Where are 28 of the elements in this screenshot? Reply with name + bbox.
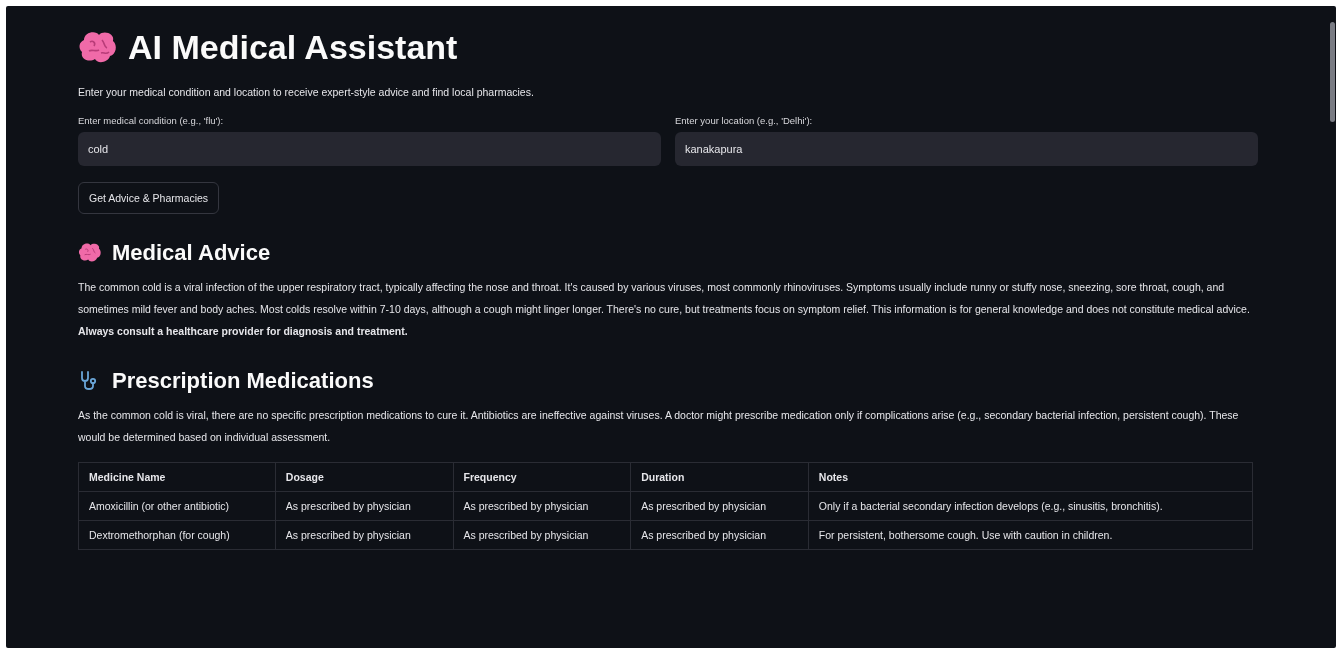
table-cell: Only if a bacterial secondary infection develops (e.g., sinusitis, bronchitis).: [808, 491, 1253, 521]
table-cell: As prescribed by physician: [630, 520, 809, 550]
table-cell: As prescribed by physician: [275, 520, 453, 550]
advice-paragraph: The common cold is a viral infection of the upper respiratory tract, typically affecting the nose and throat. It's caused by various viruses, most commonly rhinoviruses. Symptoms usually include runny or stuffy nose, sneezing, sore throat, cough, and sometimes mild fever and body aches. Most colds resolve within 7-10 days, although a cough might linger longer. There's no cure, but treatments focus on symptom relief. This information is for general knowledge and does not constitute medical advice. Always consult a healthcare provider for diagnosis and treatment.: [78, 280, 1251, 339]
table-cell: As prescribed by physician: [275, 491, 453, 521]
field-label: Enter medical condition (e.g., 'flu'):: [78, 115, 225, 126]
table-cell: Dextromethorphan (for cough): [78, 520, 276, 550]
table-cell: For persistent, bothersome cough. Use with caution in children.: [808, 520, 1253, 550]
app-title: AI Medical Assistant: [128, 28, 458, 67]
column-header: Medicine Name: [78, 462, 276, 492]
table-cell: Amoxicillin (or other antibiotic): [78, 491, 276, 521]
column-header: Notes: [808, 462, 1253, 492]
field-label: Enter your location (e.g., 'Delhi'):: [675, 115, 814, 126]
scrollbar-thumb[interactable]: [1329, 22, 1335, 122]
section-heading: Medical Advice: [112, 240, 271, 266]
column-header: Duration: [630, 462, 809, 492]
input-field[interactable]: kanakapura: [675, 132, 1258, 166]
input-field[interactable]: cold: [78, 132, 661, 166]
intro-text: Enter your medical condition and location to receive expert-style advice and find local pharmacies.: [78, 85, 534, 100]
brain-icon: [78, 242, 102, 264]
table-cell: As prescribed by physician: [453, 491, 631, 521]
column-header: Frequency: [453, 462, 631, 492]
table-cell: As prescribed by physician: [630, 491, 809, 521]
column-header: Dosage: [275, 462, 453, 492]
table-cell: As prescribed by physician: [453, 520, 631, 550]
section-heading: Prescription Medications: [112, 368, 374, 394]
prescription-paragraph: As the common cold is viral, there are no specific prescription medications to cure it. Antibiotics are ineffective against viruses. A doctor might prescribe medication only if complications arise (e.g., secondary bacterial infection, persistent cough). These would be determined based on individual assessment.: [78, 408, 1240, 445]
submit-button[interactable]: Get Advice & Pharmacies: [78, 182, 220, 214]
